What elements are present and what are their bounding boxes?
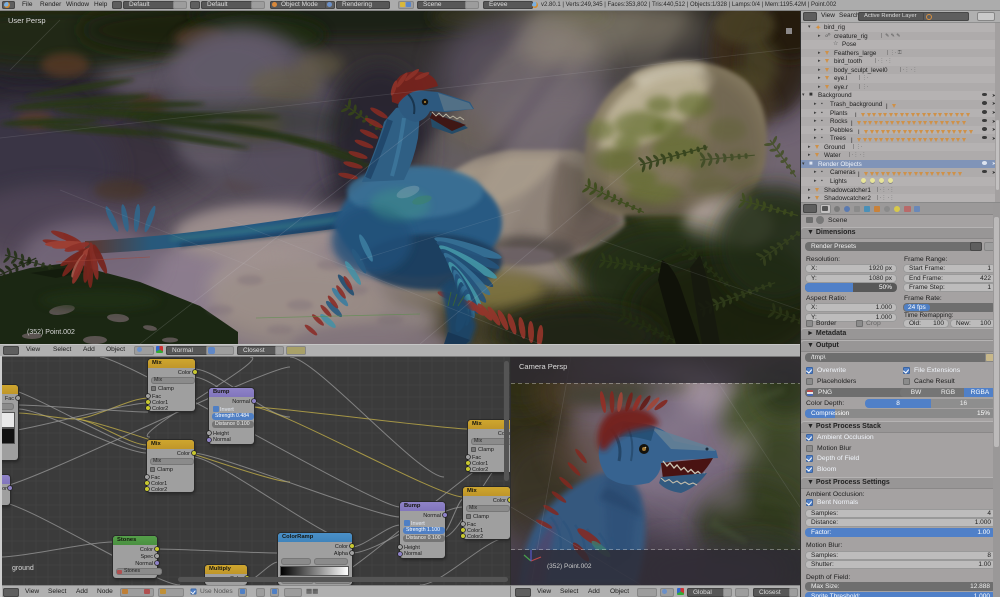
- svg-text:Camera Persp: Camera Persp: [519, 362, 567, 371]
- svg-text:User Persp: User Persp: [8, 16, 46, 25]
- svg-text:(352) Point.002: (352) Point.002: [27, 329, 75, 336]
- svg-text:(352) Point.002: (352) Point.002: [547, 563, 592, 570]
